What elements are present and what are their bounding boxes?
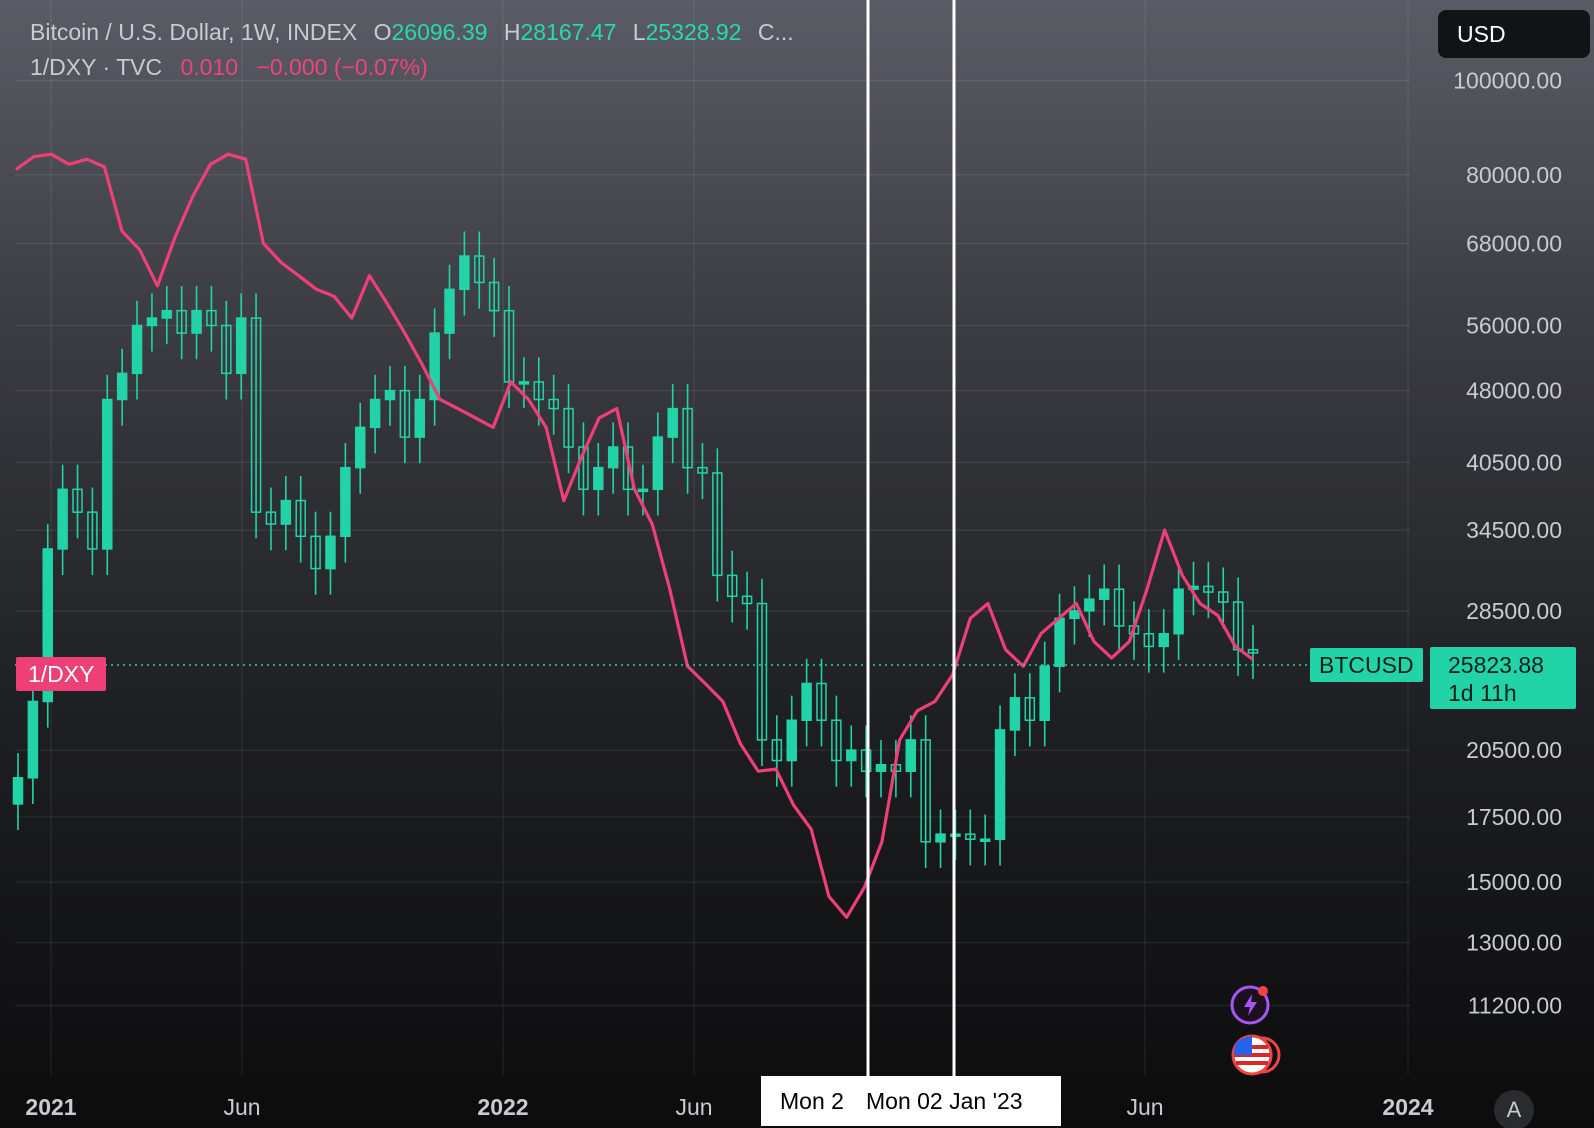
candle-body	[637, 488, 649, 493]
candle-body	[280, 499, 292, 525]
btcusd-series-tag[interactable]: BTCUSD	[1310, 648, 1423, 682]
lightning-icon[interactable]	[1230, 983, 1272, 1025]
candle-body	[875, 764, 887, 772]
auto-scale-button[interactable]: A	[1494, 1090, 1534, 1128]
chart-canvas[interactable]: 100000.00 80000.00 68000.00 56000.00 48000.0…	[0, 0, 1594, 1128]
candle-body	[1098, 588, 1110, 600]
candle-body	[1158, 632, 1169, 648]
time-tick-label: Jun	[675, 1094, 712, 1120]
price-tick-label: 56000.00	[1466, 312, 1562, 338]
candle-body	[652, 436, 664, 491]
price-tick-label: 80000.00	[1466, 162, 1562, 188]
price-tick-label: 13000.00	[1466, 930, 1562, 956]
candle-body	[191, 309, 202, 334]
candle-body	[131, 324, 143, 375]
candle-body	[57, 488, 68, 550]
candle-body	[1009, 697, 1021, 731]
overlay-symbol: 1/DXY · TVC	[30, 54, 163, 80]
symbol-header[interactable]: Bitcoin / U.S. Dollar, 1W, INDEX O26096.…	[30, 19, 794, 46]
candle-body	[1069, 610, 1080, 620]
low-value: 25328.92	[645, 19, 742, 45]
price-tick-label: 34500.00	[1466, 517, 1562, 543]
currency-button[interactable]: USD	[1438, 10, 1590, 58]
price-tick-label: 48000.00	[1466, 378, 1562, 404]
price-tick-label: 11200.00	[1468, 993, 1562, 1019]
crosshair-date-labels: Mon 2 Mon 02 Jan '23	[761, 1076, 1061, 1126]
candle-body	[340, 466, 351, 538]
candle-body	[354, 426, 366, 469]
candle-body	[116, 372, 128, 401]
time-tick-label: 2022	[477, 1094, 528, 1120]
dxy-line	[15, 152, 1254, 919]
close-label: C...	[757, 19, 794, 45]
candle-body	[994, 729, 1006, 840]
candle-body	[1173, 588, 1184, 635]
time-tick-label: Jun	[223, 1094, 260, 1120]
open-value: 26096.39	[391, 19, 488, 45]
price-tick-label: 100000.00	[1453, 68, 1562, 94]
candle-body	[905, 739, 917, 772]
price-axis: 100000.00 80000.00 68000.00 56000.00 48000.0…	[1453, 68, 1562, 1019]
crosshair-date-2: Mon 02 Jan '23	[864, 1076, 1061, 1126]
candle-body	[12, 777, 24, 805]
dxy-series-tag[interactable]: 1/DXY	[16, 657, 107, 691]
candle-body	[369, 398, 381, 429]
symbol-title: Bitcoin / U.S. Dollar, 1W, INDEX	[30, 19, 358, 45]
last-price-label: 25823.88 1d 11h	[1430, 647, 1576, 709]
candle-body	[459, 255, 470, 291]
candle-body	[518, 381, 530, 385]
price-tick-label: 28500.00	[1466, 598, 1562, 624]
overlay-value: 0.010	[180, 54, 239, 80]
candle-body	[444, 288, 455, 334]
last-price-value: 25823.88	[1448, 652, 1544, 678]
candle-body	[607, 446, 619, 469]
candle-body	[786, 719, 797, 762]
overlay-change: −0.000 (−0.07%)	[256, 54, 428, 80]
candle-body	[235, 317, 247, 375]
time-tick-label: 2021	[25, 1094, 76, 1120]
candle-body	[161, 309, 173, 319]
us-flag-icon[interactable]	[1230, 1033, 1282, 1077]
candle-body	[1084, 598, 1095, 612]
candle-body	[979, 838, 991, 842]
price-tick-label: 20500.00	[1466, 737, 1562, 763]
candle-body	[801, 682, 812, 721]
candle-body	[384, 389, 396, 401]
time-tick-label: Jun	[1126, 1094, 1163, 1120]
overlay-header[interactable]: 1/DXY · TVC 0.010 −0.000 (−0.07%)	[30, 54, 428, 81]
price-tick-label: 17500.00	[1466, 804, 1562, 830]
price-tick-label: 68000.00	[1466, 230, 1562, 256]
candle-body	[846, 749, 857, 762]
high-value: 28167.47	[520, 19, 617, 45]
high-label: H	[503, 19, 521, 45]
time-axis: 2021 Jun 2022 Jun Jun 2024	[25, 1094, 1433, 1120]
candle-body	[27, 700, 39, 779]
crosshair-date-1: Mon 2	[780, 1088, 844, 1114]
open-label: O	[373, 19, 392, 45]
candle-body	[102, 398, 113, 550]
btcusd-candles	[12, 231, 1259, 868]
candle-body	[1039, 665, 1050, 721]
candle-body	[1054, 617, 1065, 667]
candle-body	[935, 833, 946, 843]
time-tick-label: 2024	[1382, 1094, 1433, 1120]
price-tick-label: 15000.00	[1466, 869, 1562, 895]
low-label: L	[632, 19, 646, 45]
candle-body	[593, 466, 604, 491]
candle-body	[414, 398, 425, 438]
candle-body	[325, 535, 336, 570]
candle-body	[667, 407, 678, 438]
chart-area[interactable]: 100000.00 80000.00 68000.00 56000.00 48000.0…	[0, 0, 1594, 1128]
candle-body	[146, 317, 158, 327]
bar-countdown: 1d 11h	[1448, 680, 1517, 706]
price-tick-label: 40500.00	[1466, 449, 1562, 475]
